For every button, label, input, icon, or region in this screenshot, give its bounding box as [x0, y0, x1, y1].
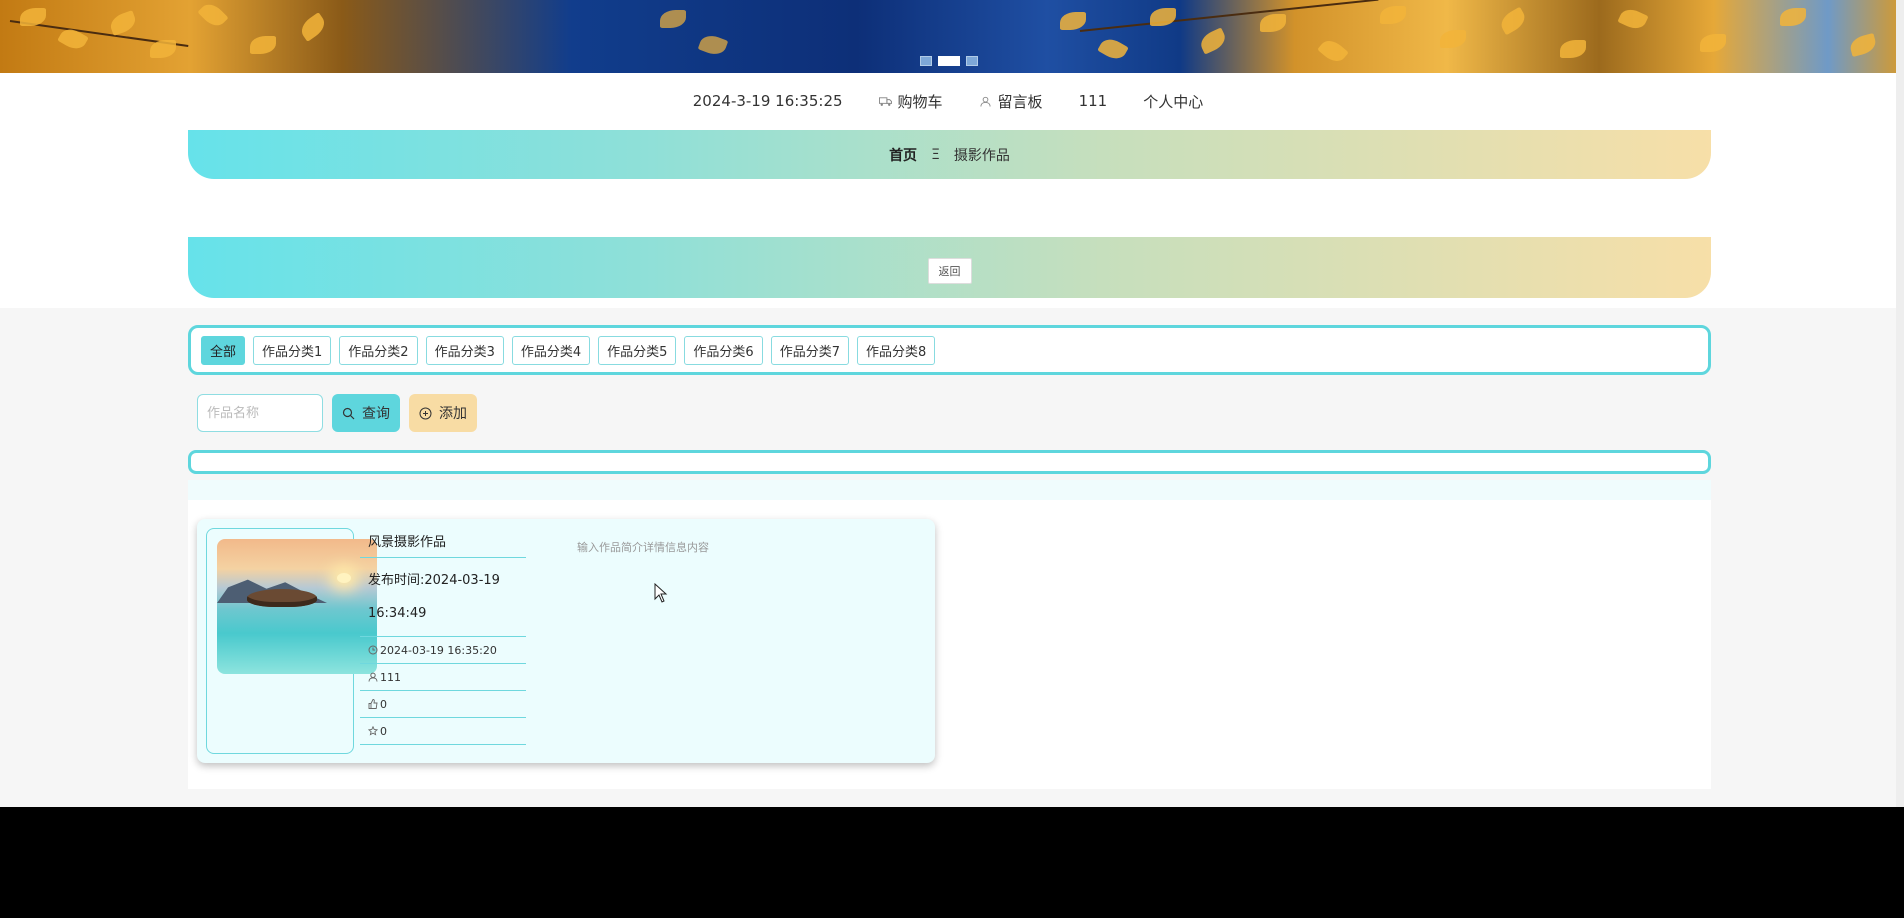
- top-nav: 2024-3-19 16:35:25 购物车 留言板 111 个人中心: [0, 90, 1896, 112]
- category-all[interactable]: 全部: [201, 335, 246, 365]
- cart-label: 购物车: [897, 92, 943, 111]
- breadcrumb-bar: 首页 Ξ 摄影作品: [188, 130, 1711, 179]
- category-item[interactable]: 作品分类2: [339, 335, 418, 365]
- username-link[interactable]: 111: [1079, 92, 1108, 110]
- work-favorites: 0: [380, 724, 387, 738]
- plus-circle-icon: [419, 407, 432, 419]
- category-item[interactable]: 作品分类6: [684, 335, 763, 365]
- work-timestamp-row: 2024-03-19 16:35:20: [360, 637, 526, 664]
- search-row: 查询 添加: [197, 394, 477, 432]
- work-title[interactable]: 风景摄影作品: [360, 523, 526, 558]
- category-item[interactable]: 作品分类5: [598, 335, 677, 365]
- photo-rock: [247, 589, 317, 607]
- back-button[interactable]: 返回: [927, 257, 972, 284]
- category-item[interactable]: 作品分类4: [511, 335, 591, 365]
- work-likes: 0: [380, 697, 387, 711]
- cart-link[interactable]: 购物车: [878, 91, 943, 112]
- message-board-label: 留言板: [997, 92, 1043, 111]
- list-header-tint: [188, 480, 1711, 500]
- work-author: 111: [380, 670, 401, 684]
- truck-icon: [878, 96, 892, 106]
- star-icon: [368, 726, 378, 736]
- category-item[interactable]: 作品分类8: [856, 335, 936, 365]
- work-image-frame: [206, 528, 377, 754]
- thumbs-up-icon: [368, 699, 378, 709]
- carousel-dot[interactable]: [966, 56, 978, 66]
- search-input[interactable]: [197, 394, 323, 432]
- category-item[interactable]: 作品分类1: [253, 335, 332, 365]
- works-list: 风景摄影作品 发布时间:2024-03-19 16:34:49 2024-03-…: [188, 480, 1711, 789]
- category-item[interactable]: 作品分类7: [770, 335, 849, 365]
- back-bar: 返回: [188, 237, 1711, 298]
- work-timestamp: 2024-03-19 16:35:20: [380, 643, 497, 657]
- add-label: 添加: [439, 405, 467, 421]
- breadcrumb-separator: Ξ: [931, 146, 940, 163]
- search-icon: [342, 407, 355, 419]
- query-button[interactable]: 查询: [332, 394, 400, 432]
- category-item[interactable]: 作品分类3: [425, 335, 504, 365]
- breadcrumb-current: 摄影作品: [953, 147, 1010, 164]
- current-datetime: 2024-3-19 16:35:25: [692, 92, 843, 110]
- carousel-dot-active[interactable]: [938, 56, 960, 66]
- carousel-indicators: [920, 56, 978, 66]
- work-description: 输入作品简介详情信息内容: [577, 541, 709, 554]
- work-favorites-row: 0: [360, 718, 526, 745]
- category-bar: 全部 作品分类1 作品分类2 作品分类3 作品分类4 作品分类5 作品分类6 作…: [188, 325, 1711, 375]
- message-board-link[interactable]: 留言板: [979, 91, 1043, 112]
- add-button[interactable]: 添加: [409, 394, 477, 432]
- work-info: 风景摄影作品 发布时间:2024-03-19 16:34:49 2024-03-…: [360, 523, 526, 745]
- clock-icon: [368, 645, 378, 655]
- work-likes-row: 0: [360, 691, 526, 718]
- carousel-dot[interactable]: [920, 56, 932, 66]
- photo-sun: [337, 573, 351, 583]
- profile-link[interactable]: 个人中心: [1143, 91, 1203, 112]
- scrollbar-track[interactable]: [1896, 0, 1904, 807]
- breadcrumb-home[interactable]: 首页: [889, 145, 917, 165]
- mouse-cursor-icon: [654, 583, 668, 603]
- banner-carousel[interactable]: [0, 0, 1904, 73]
- work-photo[interactable]: [217, 539, 377, 674]
- user-icon: [980, 96, 991, 107]
- work-author-row: 111: [360, 664, 526, 691]
- query-label: 查询: [362, 405, 390, 421]
- work-publish-date: 发布时间:2024-03-19 16:34:49: [360, 558, 526, 637]
- page: 2024-3-19 16:35:25 购物车 留言板 111 个人中心 首页 Ξ…: [0, 0, 1904, 807]
- empty-bar: [188, 450, 1711, 474]
- user-icon: [368, 672, 378, 682]
- work-card[interactable]: 风景摄影作品 发布时间:2024-03-19 16:34:49 2024-03-…: [197, 519, 935, 763]
